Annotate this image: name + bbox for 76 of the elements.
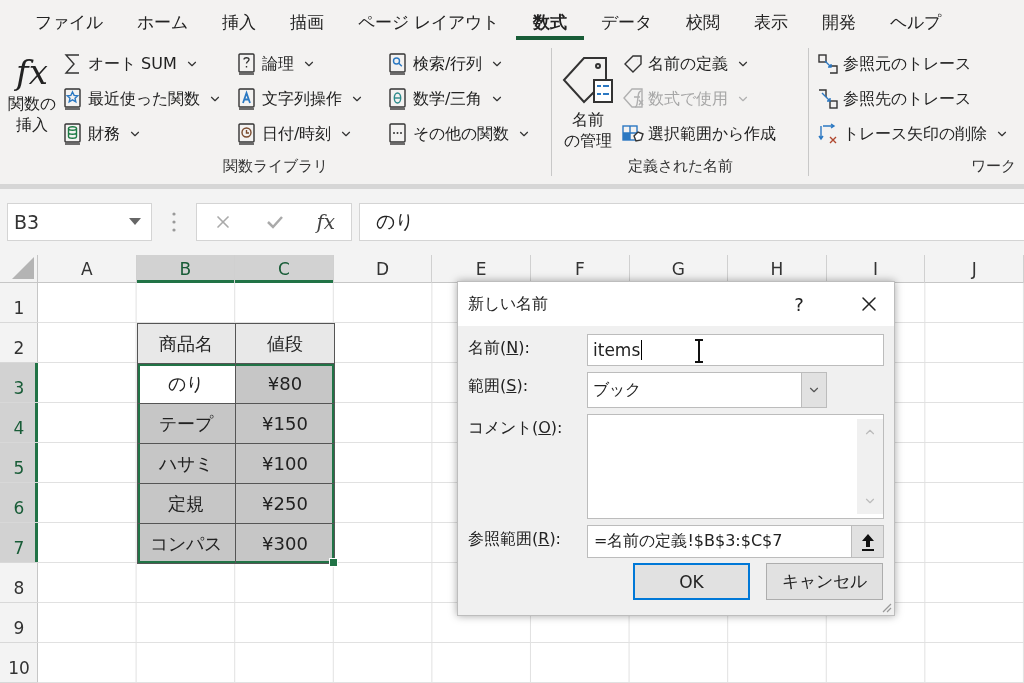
ribbon-tab[interactable]: 数式	[516, 4, 585, 40]
column-header[interactable]: B	[136, 255, 236, 284]
row-header[interactable]: 5	[0, 443, 38, 484]
name-manager-button[interactable]: 名前 の管理	[560, 48, 616, 155]
table-cell[interactable]: ¥250	[235, 483, 335, 525]
ribbon-command[interactable]: その他の関数	[387, 118, 531, 150]
ribbon-tab[interactable]: 校閲	[669, 4, 738, 40]
ribbon-tab[interactable]: 表示	[737, 4, 806, 40]
ribbon-command[interactable]: 検索/行列	[387, 48, 531, 80]
table-cell[interactable]: のり	[136, 363, 237, 405]
ok-button[interactable]: OK	[633, 563, 750, 600]
ribbon-command[interactable]: トレース矢印の削除	[817, 118, 1009, 150]
row-header[interactable]: 2	[0, 323, 38, 364]
table-cell[interactable]: ¥80	[235, 363, 335, 405]
row-header[interactable]: 4	[0, 403, 38, 444]
name-input[interactable]: items	[587, 334, 884, 366]
ribbon-command[interactable]: 論理	[236, 48, 381, 80]
column-header[interactable]: E	[432, 255, 531, 284]
column-header[interactable]: D	[333, 255, 433, 284]
group-label: ワーク	[970, 155, 1016, 176]
insert-function-button[interactable]: fx 関数の 挿入	[8, 48, 56, 155]
field-label: 範囲(S):	[468, 375, 530, 397]
table-cell[interactable]: ¥150	[235, 403, 335, 445]
field-label: 参照範囲(R):	[468, 528, 562, 550]
reference-input[interactable]: =名前の定義!$B$3:$C$7	[587, 525, 884, 558]
column-header[interactable]: F	[530, 255, 630, 284]
ribbon-command[interactable]: 選択範囲から作成	[622, 118, 776, 150]
ribbon-command[interactable]: 参照元のトレース	[817, 48, 1009, 80]
column-header[interactable]: G	[629, 255, 729, 284]
row-header[interactable]: 6	[0, 483, 38, 524]
column-header[interactable]: H	[728, 255, 827, 284]
ribbon-tab[interactable]: 開発	[805, 4, 874, 40]
ribbon-command[interactable]: 参照先のトレース	[817, 83, 1009, 115]
field-label: コメント(O):	[468, 417, 564, 439]
ribbon-command[interactable]: 文字列操作	[236, 83, 381, 115]
column-header[interactable]: A	[38, 255, 137, 284]
ribbon-command[interactable]: 最近使った関数	[62, 83, 230, 115]
table-cell[interactable]: 定規	[136, 483, 237, 525]
header-cell[interactable]: 値段	[235, 323, 335, 365]
name-box[interactable]: B3	[7, 203, 152, 242]
help-button[interactable]: ?	[784, 293, 814, 315]
column-header[interactable]: C	[235, 255, 334, 284]
scope-dropdown[interactable]: ブック	[587, 372, 827, 408]
ribbon-tab[interactable]: ヘルプ	[873, 4, 959, 40]
group-label: 関数ライブラリ	[222, 155, 329, 176]
ribbon-command[interactable]: 名前の定義	[622, 48, 776, 80]
insert-function-icon[interactable]: fx	[316, 210, 336, 235]
row-header[interactable]: 9	[0, 603, 38, 644]
table-cell[interactable]: ハサミ	[136, 443, 237, 485]
table-cell[interactable]: コンパス	[136, 523, 237, 565]
header-cell[interactable]: 商品名	[136, 323, 237, 365]
cancel-button[interactable]: キャンセル	[766, 563, 883, 600]
row-header[interactable]: 10	[0, 643, 38, 683]
ribbon-command[interactable]: オート SUM	[62, 48, 230, 80]
column-header[interactable]: I	[826, 255, 926, 284]
field-label: 名前(N):	[468, 337, 531, 359]
ribbon-tab[interactable]: 挿入	[205, 4, 273, 40]
row-header[interactable]: 1	[0, 283, 38, 324]
group-label: 定義された名前	[626, 155, 734, 176]
formula-input[interactable]: のり	[359, 203, 1024, 242]
ribbon-command[interactable]: 日付/時刻	[236, 118, 381, 150]
ribbon-tab[interactable]: ページ レイアウト	[341, 4, 517, 40]
table-cell[interactable]: テープ	[136, 403, 237, 445]
ribbon-command[interactable]: 数学/三角	[387, 83, 531, 115]
ribbon-command[interactable]: 財務	[62, 118, 230, 150]
ribbon-tab[interactable]: ファイル	[18, 4, 120, 40]
column-header[interactable]: J	[925, 255, 1024, 284]
ribbon-tab[interactable]: データ	[584, 4, 670, 40]
row-header[interactable]: 3	[0, 363, 38, 404]
ribbon-tab[interactable]: 描画	[273, 4, 341, 40]
table-cell[interactable]: ¥100	[235, 443, 335, 485]
row-header[interactable]: 7	[0, 523, 38, 564]
dialog-title: 新しい名前	[468, 293, 549, 315]
ribbon-tab[interactable]: ホーム	[120, 4, 205, 40]
table-cell[interactable]: ¥300	[235, 523, 335, 565]
row-header[interactable]: 8	[0, 563, 38, 604]
